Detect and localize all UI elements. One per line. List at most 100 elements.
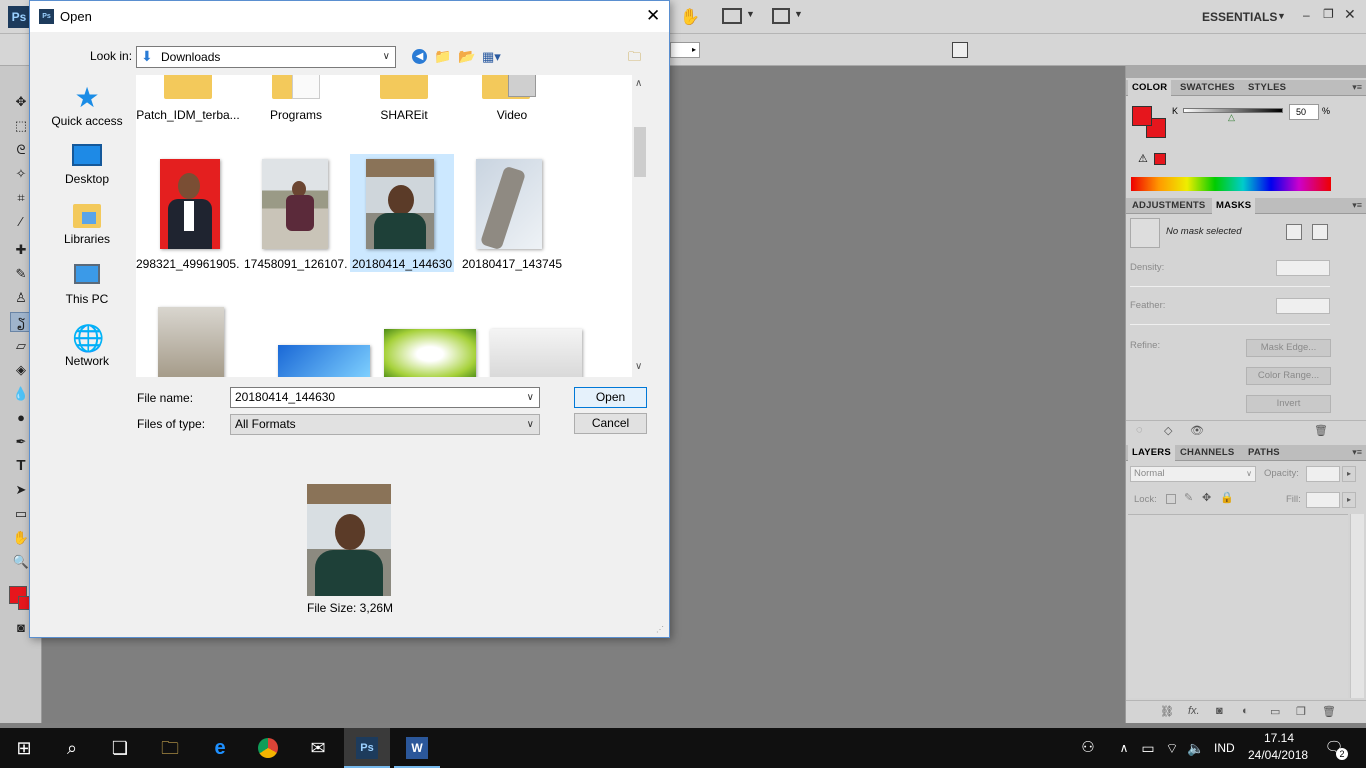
vector-mask-icon[interactable] <box>1312 224 1328 240</box>
tab-layers[interactable]: LAYERS <box>1128 445 1175 461</box>
wifi-icon[interactable]: ⌔ <box>1160 736 1184 760</box>
gamut-color-swatch[interactable] <box>1154 153 1166 165</box>
feather-field[interactable] <box>1276 298 1330 314</box>
word-taskbar-button[interactable]: W <box>394 728 440 768</box>
folder-item[interactable]: Patch_IDM_terba... <box>136 75 240 125</box>
scroll-up-icon[interactable]: ∧ <box>635 78 642 89</box>
files-of-type-select[interactable]: All Formats ∨ <box>230 414 540 435</box>
invert-button[interactable]: Invert <box>1246 395 1331 413</box>
density-slider[interactable] <box>1130 286 1330 287</box>
windows-start-icon[interactable]: ⊞ <box>12 736 36 760</box>
opacity-stepper[interactable]: ▸ <box>1342 466 1356 482</box>
search-icon[interactable]: ⌕ <box>60 736 84 760</box>
delete-layer-icon[interactable]: 🗑 <box>1322 705 1336 718</box>
task-view-icon[interactable]: ❏ <box>108 736 132 760</box>
file-explorer-icon[interactable]: 🗀 <box>158 736 182 760</box>
opacity-field[interactable] <box>1306 466 1340 482</box>
tab-paths[interactable]: PATHS <box>1244 445 1284 461</box>
mail-icon[interactable]: ✉ <box>306 736 330 760</box>
image-item[interactable]: 20180417_143745 <box>460 155 564 273</box>
show-hidden-icons[interactable]: ∧ <box>1112 736 1136 760</box>
chevron-down-icon[interactable]: ▼ <box>746 9 755 19</box>
people-icon[interactable]: ⚇ <box>1076 736 1100 760</box>
language-indicator[interactable]: IND <box>1214 741 1235 755</box>
load-selection-icon[interactable]: ◌ <box>1136 424 1143 436</box>
minimize-icon[interactable]: ‒ <box>1303 8 1310 22</box>
volume-icon[interactable]: 🔈 <box>1184 736 1208 760</box>
fill-stepper[interactable]: ▸ <box>1342 492 1356 508</box>
folder-item[interactable]: SHAREit <box>352 75 456 125</box>
folder-item[interactable]: Programs <box>244 75 348 125</box>
foreground-color[interactable] <box>1132 106 1152 126</box>
tab-adjustments[interactable]: ADJUSTMENTS <box>1128 198 1209 214</box>
trash-icon[interactable]: 🗑 <box>1314 424 1328 437</box>
lock-transparent-icon[interactable] <box>1166 494 1176 504</box>
place-desktop[interactable]: Desktop <box>44 144 130 186</box>
apply-mask-icon[interactable]: ◇ <box>1164 424 1172 437</box>
color-range-button[interactable]: Color Range... <box>1246 367 1331 385</box>
slider-handle-icon[interactable]: △ <box>1228 112 1235 123</box>
resize-grip-icon[interactable]: ⋰ <box>656 625 664 634</box>
dialog-titlebar[interactable]: Ps Open ✕ <box>30 1 669 32</box>
panel-menu-icon[interactable]: ▾≡ <box>1352 447 1362 458</box>
brush-panel-icon[interactable] <box>952 42 968 58</box>
tab-styles[interactable]: STYLES <box>1244 80 1290 96</box>
panel-menu-icon[interactable]: ▾≡ <box>1352 82 1362 93</box>
k-value-input[interactable]: 50 <box>1289 104 1319 120</box>
add-mask-icon[interactable]: ◙ <box>1216 705 1223 717</box>
chrome-icon[interactable] <box>256 736 280 760</box>
panel-menu-icon[interactable]: ▾≡ <box>1352 200 1362 211</box>
battery-icon[interactable]: ▭ <box>1136 736 1160 760</box>
close-icon[interactable]: ✕ <box>646 6 660 26</box>
file-name-input[interactable]: 20180414_144630 ∨ <box>230 387 540 408</box>
screen-mode-icon[interactable] <box>772 8 790 24</box>
image-thumbnail[interactable] <box>490 329 582 377</box>
adjustment-layer-icon[interactable]: ◐ <box>1242 705 1249 717</box>
density-field[interactable] <box>1276 260 1330 276</box>
new-folder-icon[interactable]: 📂 <box>458 48 475 65</box>
restore-icon[interactable]: ❐ <box>1323 7 1334 21</box>
tab-masks[interactable]: MASKS <box>1212 198 1256 214</box>
workspace-switcher[interactable]: ESSENTIALS <box>1202 10 1277 24</box>
clock-date[interactable]: 24/04/2018 <box>1248 748 1308 762</box>
open-button[interactable]: Open <box>574 387 647 408</box>
tab-swatches[interactable]: SWATCHES <box>1176 80 1239 96</box>
scroll-down-icon[interactable]: ∨ <box>635 361 642 372</box>
image-thumbnail[interactable] <box>158 307 224 377</box>
view-menu-icon[interactable]: ▦▾ <box>482 49 501 65</box>
up-folder-icon[interactable]: 📁 <box>434 48 451 65</box>
lock-all-icon[interactable]: 🔒 <box>1220 491 1234 504</box>
mask-edge-button[interactable]: Mask Edge... <box>1246 339 1331 357</box>
look-in-select[interactable]: ⬇ Downloads ∨ <box>136 46 396 68</box>
feather-slider[interactable] <box>1130 324 1330 325</box>
clock-time[interactable]: 17.14 <box>1264 731 1294 745</box>
eye-icon[interactable]: 👁 <box>1190 424 1204 437</box>
arrange-documents-icon[interactable] <box>722 8 742 24</box>
new-layer-icon[interactable]: ❐ <box>1296 705 1306 718</box>
folder-item[interactable]: Video <box>460 75 564 125</box>
link-layers-icon[interactable]: ⛓ <box>1160 705 1174 718</box>
lock-brush-icon[interactable]: ✎ <box>1184 491 1193 504</box>
hand-icon[interactable]: ✋ <box>680 7 700 27</box>
image-item[interactable]: 17458091_126107... <box>244 155 348 273</box>
layer-style-icon[interactable]: fx. <box>1188 705 1200 717</box>
chevron-down-icon[interactable]: ▼ <box>1277 11 1286 21</box>
image-thumbnail[interactable] <box>278 345 370 377</box>
lock-move-icon[interactable]: ✥ <box>1202 491 1211 504</box>
close-icon[interactable]: ✕ <box>1344 6 1356 23</box>
edge-icon[interactable]: e <box>208 736 232 760</box>
chevron-down-icon[interactable]: ▼ <box>794 9 803 19</box>
layers-list[interactable] <box>1128 514 1348 698</box>
out-of-gamut-warning-icon[interactable]: ⚠ <box>1138 152 1148 165</box>
image-thumbnail[interactable] <box>384 329 476 377</box>
image-item[interactable]: 298321_49961905... <box>136 155 240 273</box>
image-item-selected[interactable]: 20180414_144630 <box>350 154 454 272</box>
blend-mode-select[interactable]: Normal ∨ <box>1130 466 1256 482</box>
scroll-thumb[interactable] <box>634 127 646 177</box>
fill-field[interactable] <box>1306 492 1340 508</box>
chevron-down-icon[interactable]: ∨ <box>527 388 534 407</box>
place-this-pc[interactable]: This PC <box>44 264 130 306</box>
new-group-icon[interactable]: ▭ <box>1270 705 1280 718</box>
layers-scrollbar[interactable] <box>1350 514 1364 698</box>
tab-channels[interactable]: CHANNELS <box>1176 445 1238 461</box>
